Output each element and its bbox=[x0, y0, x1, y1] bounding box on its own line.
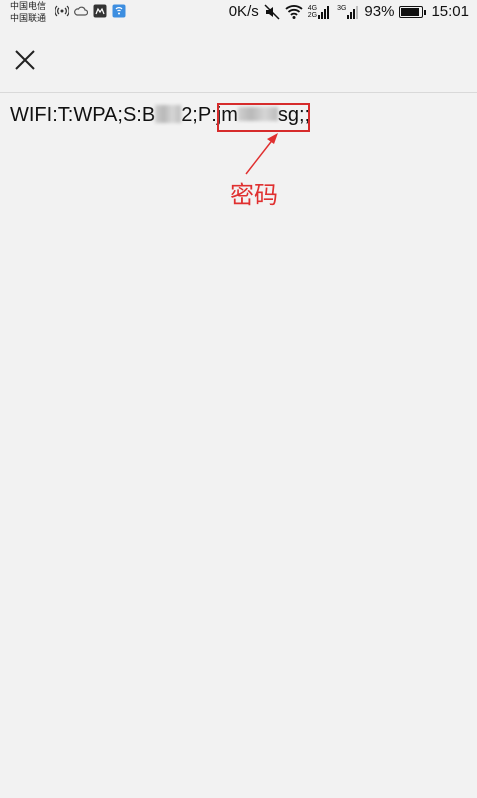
signal-bars-icon bbox=[347, 5, 359, 19]
status-bar: 中国电信 中国联通 0K/s 4G 2G 3G 93% 15:01 bbox=[0, 0, 477, 26]
annotation-arrow bbox=[245, 133, 278, 175]
hotspot-icon bbox=[54, 4, 70, 18]
carrier-1: 中国电信 bbox=[10, 1, 47, 11]
close-icon bbox=[15, 50, 35, 70]
notification-icons bbox=[54, 4, 126, 18]
app-notification-icon bbox=[93, 4, 107, 18]
battery-level-fill bbox=[401, 7, 420, 16]
signal-1: 4G 2G bbox=[308, 5, 332, 19]
wifi-app-icon bbox=[112, 4, 126, 18]
redacted-ssid bbox=[155, 105, 182, 124]
toolbar bbox=[0, 26, 477, 93]
signal-2: 3G bbox=[337, 5, 359, 19]
battery-icon bbox=[399, 5, 427, 18]
clock: 15:01 bbox=[431, 3, 469, 20]
signal-bars-icon bbox=[318, 5, 330, 19]
network-speed: 0K/s bbox=[228, 3, 259, 20]
signal-2-tag: 3G bbox=[337, 4, 347, 12]
cloud-icon bbox=[74, 4, 89, 18]
signal-1-tag-bottom: 2G bbox=[307, 11, 318, 19]
annotation-label: 密码 bbox=[230, 181, 278, 209]
close-button[interactable] bbox=[10, 45, 40, 75]
carrier-2: 中国联通 bbox=[10, 13, 47, 23]
battery-percent: 93% bbox=[364, 3, 395, 20]
system-status: 0K/s 4G 2G 3G 93% 15:01 bbox=[229, 3, 469, 20]
carrier-names: 中国电信 中国联通 bbox=[10, 0, 46, 24]
wifi-icon bbox=[285, 4, 303, 20]
wifi-prefix: WIFI:T:WPA;S:B bbox=[10, 104, 156, 126]
signal-1-tag-top: 4G bbox=[307, 4, 318, 12]
mute-icon bbox=[264, 3, 280, 20]
ssid-tail: 2;P: bbox=[181, 104, 217, 126]
